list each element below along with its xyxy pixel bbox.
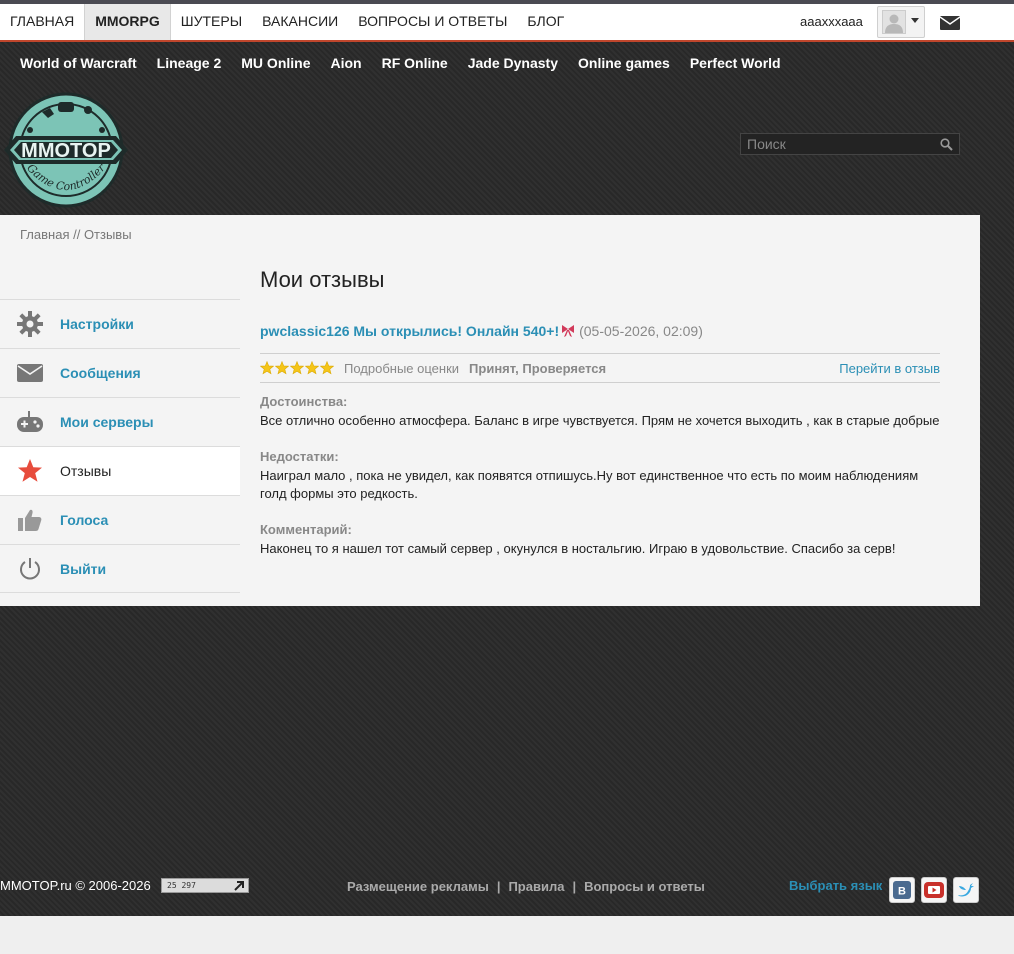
power-icon (0, 557, 60, 581)
visitor-counter[interactable]: 25 297 (161, 878, 249, 893)
review-header: pwclassic126 Мы открылись! Онлайн 540+! … (260, 323, 940, 343)
sidebar-item-label: Выйти (60, 560, 107, 577)
ribbon-icon (559, 323, 575, 339)
sidebar-item-label: Отзывы (60, 463, 112, 479)
gamenav-online[interactable]: Online games (568, 52, 680, 74)
envelope-icon (0, 364, 60, 382)
gamepad-icon (0, 411, 60, 433)
breadcrumb: Главная // Отзывы (20, 227, 132, 242)
topnav-blog[interactable]: БЛОГ (517, 4, 574, 40)
star-icon (305, 361, 319, 375)
cons-title: Недостатки: (260, 449, 339, 464)
pros-text: Все отлично особенно атмосфера. Баланс в… (260, 413, 940, 428)
gamenav-rf[interactable]: RF Online (372, 52, 458, 74)
sidebar-item-label: Сообщения (60, 365, 141, 381)
envelope-icon[interactable] (939, 16, 961, 35)
footer-copyright: MMOTOP.ru © 2006-2026 (0, 878, 151, 893)
content-panel: Главная // Отзывы Настройки Сообщения Мо… (0, 215, 980, 606)
gamenav-jade[interactable]: Jade Dynasty (458, 52, 568, 74)
reviews-main: Мои отзывы pwclassic126 Мы открылись! Он… (260, 267, 940, 558)
thumbs-up-icon (0, 507, 60, 533)
breadcrumb-current: Отзывы (83, 227, 132, 242)
sidebar-item-messages[interactable]: Сообщения (0, 348, 240, 397)
twitter-icon[interactable] (953, 877, 979, 903)
pros-title: Достоинства: (260, 394, 348, 409)
search-box (740, 133, 960, 155)
footer-links: Размещение рекламы | Правила | Вопросы и отв… (347, 879, 705, 894)
avatar (882, 10, 906, 34)
top-bar: ГЛАВНАЯ MMORPG ШУТЕРЫ ВАКАНСИИ ВОПРОСЫ И… (0, 0, 1014, 42)
search-input[interactable] (741, 134, 931, 154)
gamenav-mu[interactable]: MU Online (231, 52, 320, 74)
sidebar-item-label: Голоса (60, 512, 109, 528)
footer-sep: | (496, 879, 501, 894)
footer-link-qa[interactable]: Вопросы и ответы (584, 879, 705, 894)
top-nav: ГЛАВНАЯ MMORPG ШУТЕРЫ ВАКАНСИИ ВОПРОСЫ И… (0, 4, 574, 40)
review-cons: Недостатки: Наиграл мало , пока не увиде… (260, 449, 940, 503)
chevron-down-icon (911, 18, 919, 23)
sidebar-item-servers[interactable]: Мои серверы (0, 397, 240, 446)
rating-stars (260, 361, 334, 375)
page-title: Мои отзывы (260, 267, 385, 292)
star-icon (290, 361, 304, 375)
comment-title: Комментарий: (260, 522, 352, 537)
footer-link-ads[interactable]: Размещение рекламы (347, 879, 489, 894)
user-silhouette-icon (885, 14, 903, 33)
gamenav-pw[interactable]: Perfect World (680, 52, 791, 74)
footer-sep: | (572, 879, 577, 894)
arrow-up-right-icon (234, 880, 245, 895)
search-icon[interactable] (940, 138, 953, 156)
breadcrumb-home[interactable]: Главная (20, 227, 69, 242)
svg-text:MMOTOP: MMOTOP (21, 140, 111, 162)
sidebar-item-logout[interactable]: Выйти (0, 544, 240, 593)
review-comment: Комментарий: Наконец то я нашел тот самы… (260, 522, 940, 558)
game-nav: World of Warcraft Lineage 2 MU Online Ai… (10, 52, 791, 74)
review-server-link[interactable]: pwclassic126 Мы открылись! Онлайн 540+! (260, 323, 559, 339)
star-icon (275, 361, 289, 375)
review-date: (05-05-2026, 02:09) (579, 323, 703, 339)
counter-value: 25 297 (167, 881, 196, 890)
breadcrumb-sep: // (69, 227, 84, 242)
gamenav-lineage2[interactable]: Lineage 2 (147, 52, 232, 74)
sidebar: Настройки Сообщения Мои серверы Отзывы Г… (0, 299, 240, 593)
svg-text:B: B (898, 886, 906, 898)
gamenav-aion[interactable]: Aion (321, 52, 372, 74)
vk-icon[interactable]: B (889, 877, 915, 903)
goto-review-link[interactable]: Перейти в отзыв (839, 361, 940, 376)
topnav-home[interactable]: ГЛАВНАЯ (0, 4, 84, 40)
sidebar-item-label: Настройки (60, 316, 134, 332)
gamenav-wow[interactable]: World of Warcraft (10, 52, 147, 74)
username[interactable]: aaaxxxaaa (800, 14, 863, 29)
star-icon (260, 361, 274, 375)
star-icon (0, 458, 60, 484)
sidebar-item-label: Мои серверы (60, 414, 154, 430)
avatar-dropdown[interactable] (877, 6, 925, 38)
footer-link-rules[interactable]: Правила (508, 879, 564, 894)
cons-text: Наиграл мало , пока не увидел, как появя… (260, 468, 919, 501)
youtube-icon[interactable] (921, 877, 947, 903)
language-select[interactable]: Выбрать язык (789, 878, 882, 893)
sidebar-item-votes[interactable]: Голоса (0, 495, 240, 544)
topnav-mmorpg[interactable]: MMORPG (84, 4, 171, 40)
topnav-qa[interactable]: ВОПРОСЫ И ОТВЕТЫ (348, 4, 517, 40)
comment-text: Наконец то я нашел тот самый сервер , ок… (260, 541, 896, 556)
gear-icon (0, 311, 60, 337)
rating-bar: Подробные оценки Принят, Проверяется Пер… (260, 353, 940, 383)
sidebar-item-settings[interactable]: Настройки (0, 299, 240, 348)
detailed-ratings-toggle[interactable]: Подробные оценки (344, 361, 459, 376)
review-status: Принят, Проверяется (469, 360, 607, 376)
topnav-jobs[interactable]: ВАКАНСИИ (252, 4, 348, 40)
topnav-shooters[interactable]: ШУТЕРЫ (171, 4, 252, 40)
star-icon (320, 361, 334, 375)
sidebar-item-reviews[interactable]: Отзывы (0, 446, 240, 495)
review-pros: Достоинства: Все отлично особенно атмосф… (260, 394, 940, 430)
site-logo[interactable]: MMOTOP Game Controller (2, 92, 130, 208)
